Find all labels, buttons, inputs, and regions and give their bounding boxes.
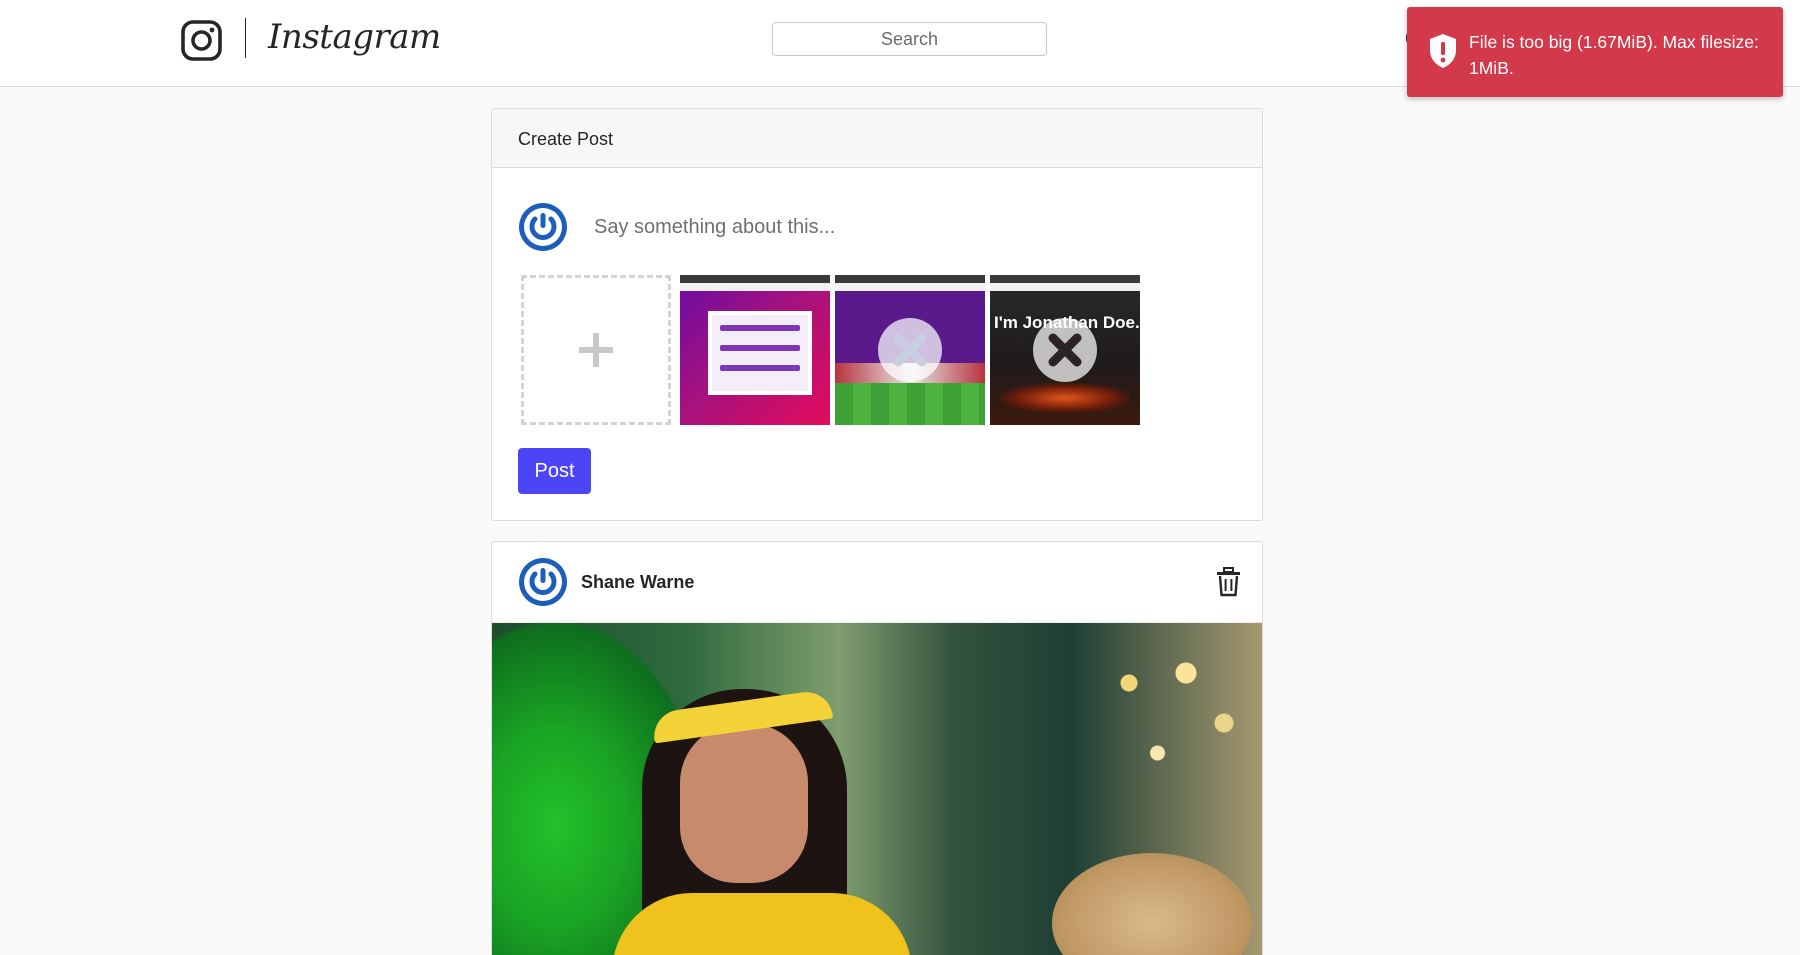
remove-image-button[interactable] xyxy=(878,318,942,382)
image-thumbnail[interactable] xyxy=(680,275,830,425)
image-thumbnail[interactable]: I'm Jonathan Doe. xyxy=(990,275,1140,425)
create-post-card: Create Post Say something about this... … xyxy=(491,108,1263,521)
close-icon xyxy=(893,333,927,367)
thumbnail-toolbar xyxy=(680,283,830,291)
image-thumbnail[interactable] xyxy=(835,275,985,425)
post-caption-input[interactable] xyxy=(594,209,1214,245)
search-input[interactable] xyxy=(772,22,1047,56)
photo-face xyxy=(680,723,808,883)
thumbnail-glow xyxy=(1000,383,1130,413)
toast-message: File is too big (1.67MiB). Max filesize:… xyxy=(1469,32,1759,78)
thumbnail-titlebar xyxy=(835,275,985,283)
photo-lights xyxy=(1072,643,1262,843)
thumbnail-toolbar xyxy=(990,283,1140,291)
instagram-logo-icon[interactable] xyxy=(181,20,222,61)
logo-divider xyxy=(245,18,246,58)
photo-shirt xyxy=(612,893,912,955)
thumbnail-pitch xyxy=(835,383,985,425)
shield-alert-icon xyxy=(1427,32,1459,70)
post-author[interactable]: Shane Warne xyxy=(581,572,694,593)
thumbnail-panel xyxy=(708,311,812,395)
feed-post-card: Shane Warne xyxy=(491,541,1263,955)
thumbnail-titlebar xyxy=(990,275,1140,283)
create-post-title: Create Post xyxy=(492,109,1262,168)
post-image[interactable] xyxy=(492,623,1262,955)
remove-image-button[interactable] xyxy=(1033,318,1097,382)
trash-icon[interactable] xyxy=(1215,567,1242,597)
thumbnail-toolbar xyxy=(835,283,985,291)
close-icon xyxy=(1048,333,1082,367)
plus-icon xyxy=(571,325,621,375)
instagram-wordmark[interactable]: Instagram xyxy=(268,17,441,57)
avatar xyxy=(518,202,568,252)
error-toast[interactable]: File is too big (1.67MiB). Max filesize:… xyxy=(1407,7,1783,97)
add-image-tile[interactable] xyxy=(521,275,671,425)
post-button[interactable]: Post xyxy=(518,448,591,494)
post-header: Shane Warne xyxy=(492,542,1262,623)
avatar[interactable] xyxy=(518,557,568,607)
photo-hat xyxy=(1052,853,1252,955)
thumbnail-titlebar xyxy=(680,275,830,283)
